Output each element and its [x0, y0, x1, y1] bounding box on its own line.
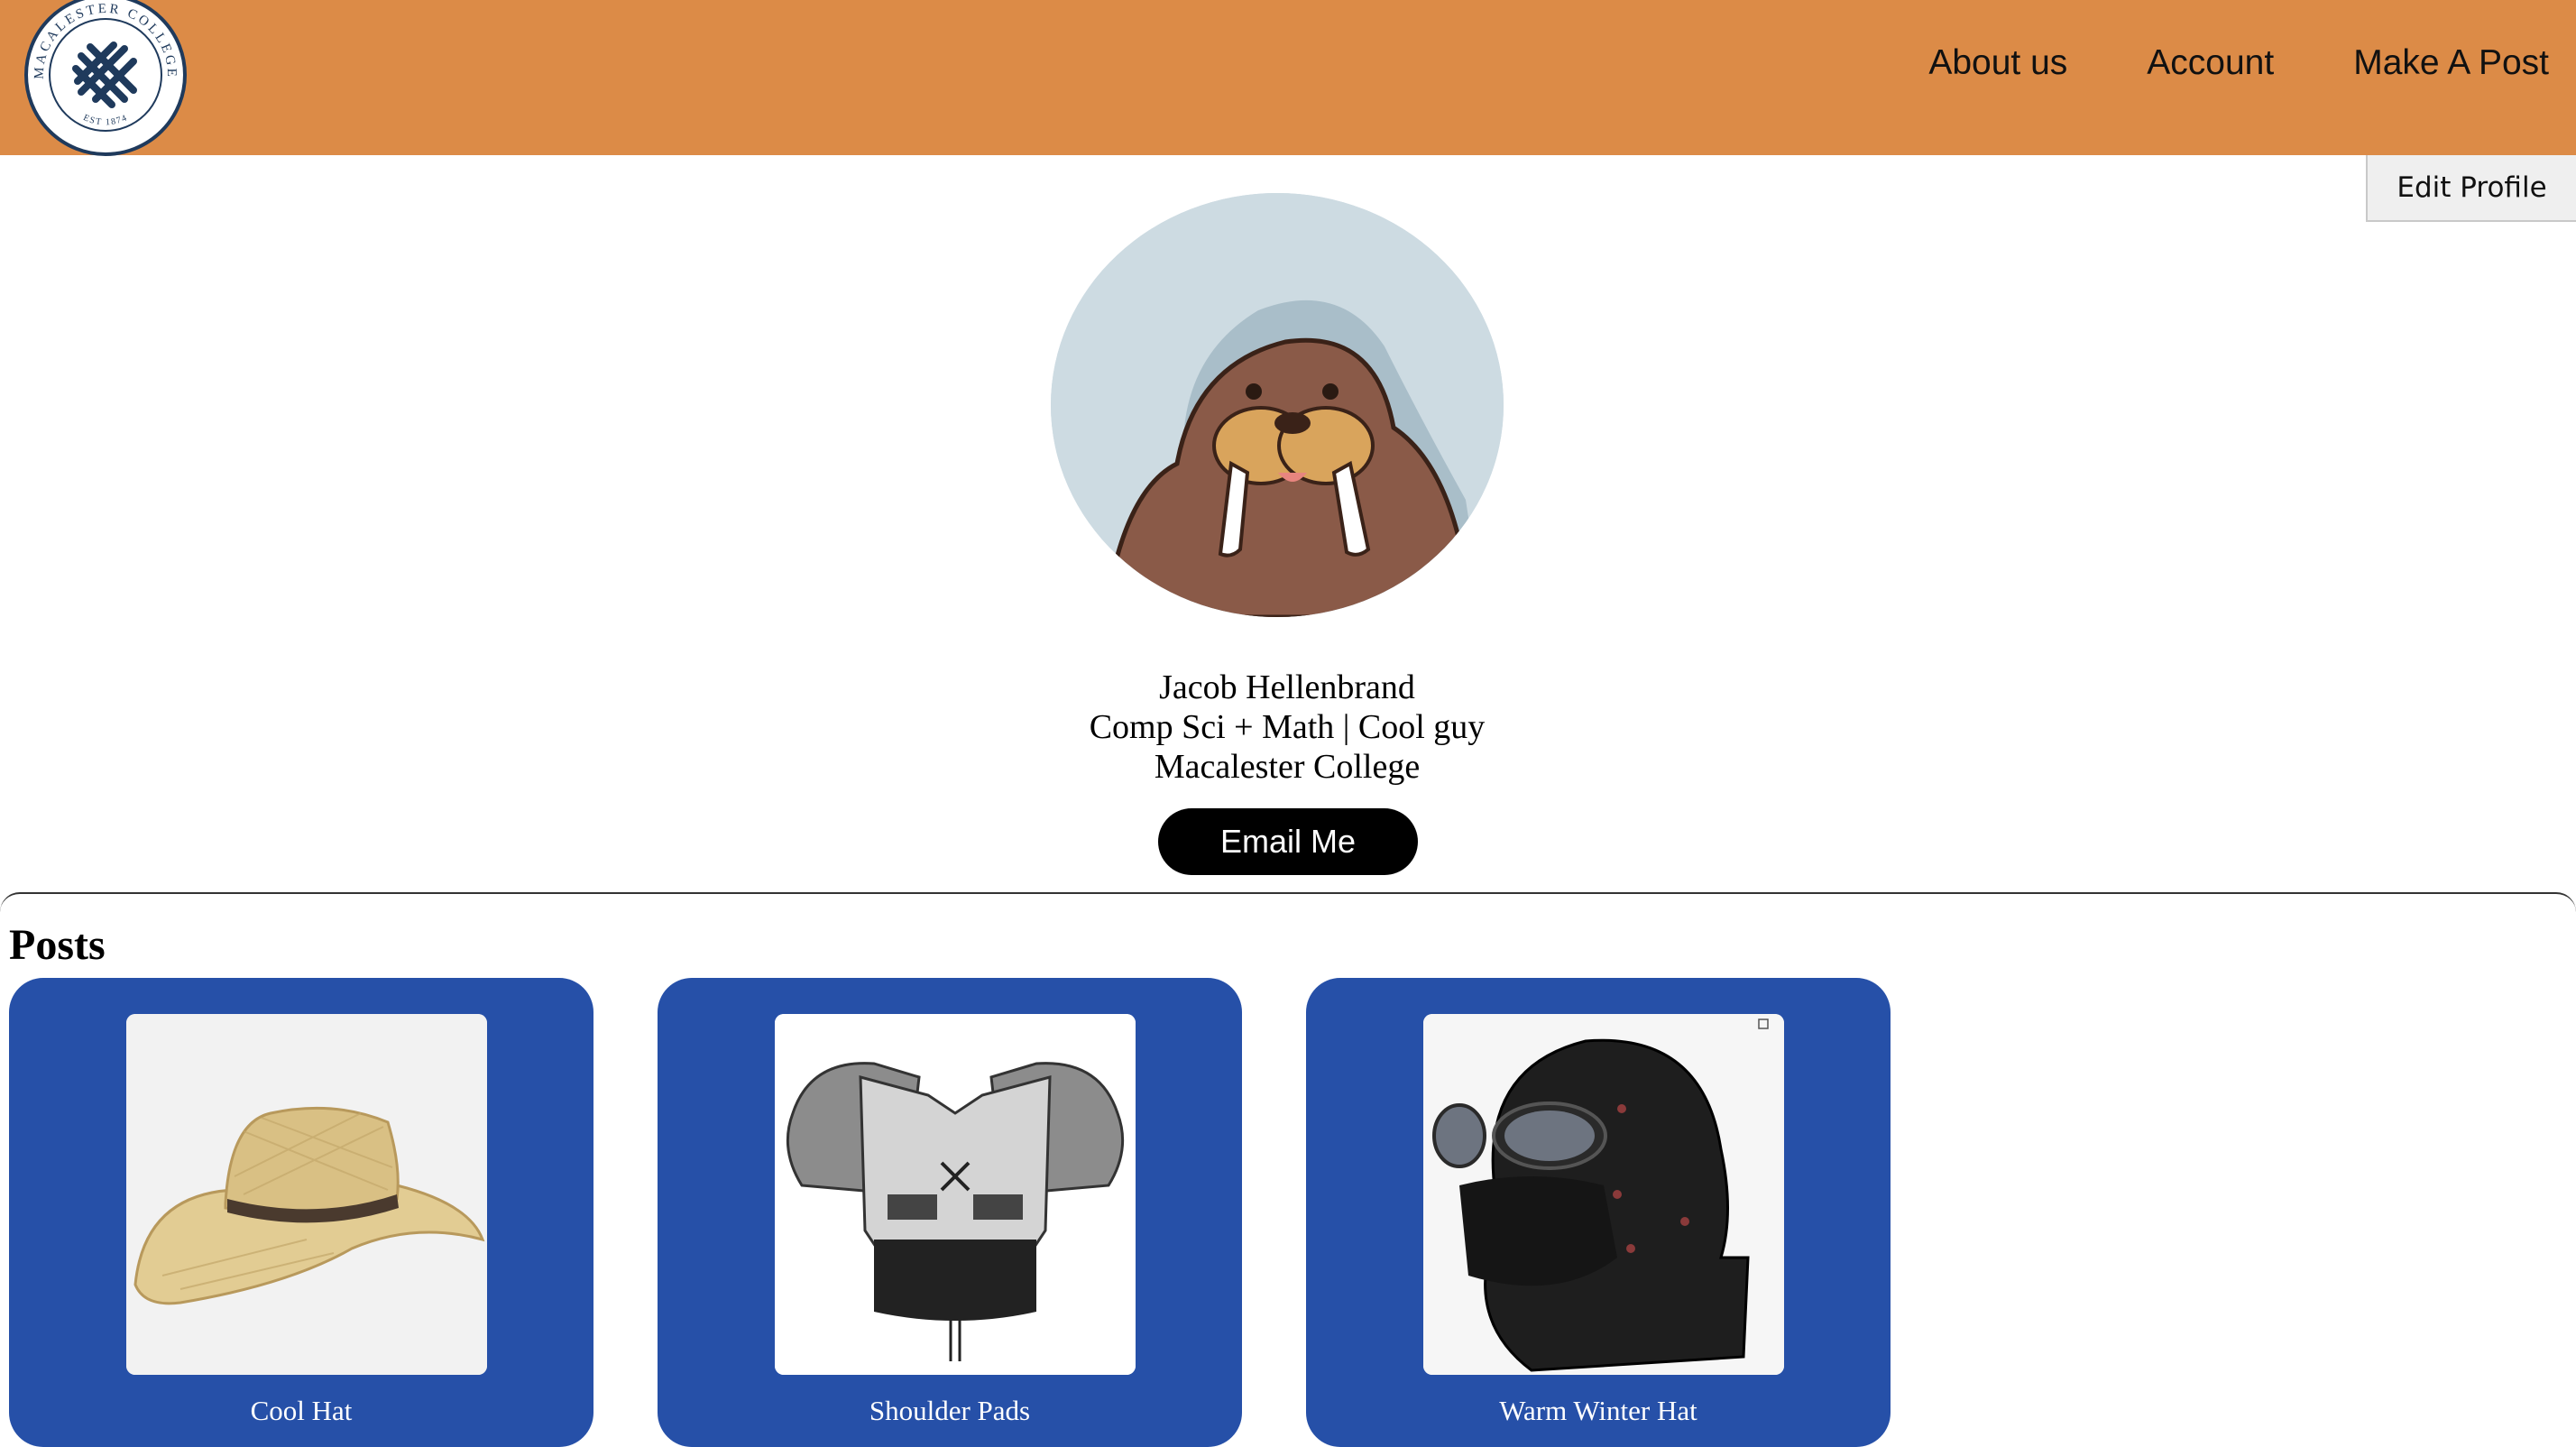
- profile-name: Jacob Hellenbrand: [1159, 668, 1415, 706]
- main-nav: About us Account Make A Post: [1928, 36, 2549, 90]
- email-me-button[interactable]: Email Me: [1158, 808, 1418, 875]
- nav-make-a-post[interactable]: Make A Post: [2353, 36, 2549, 90]
- nav-about-us[interactable]: About us: [1928, 36, 2067, 90]
- walrus-avatar-image: [1051, 193, 1504, 617]
- post-card-warm-winter-hat[interactable]: Warm Winter Hat: [1306, 978, 1891, 1447]
- post-title: Cool Hat: [250, 1395, 353, 1426]
- profile-info: Jacob Hellenbrand Comp Sci + Math | Cool…: [902, 668, 1672, 787]
- post-card-shoulder-pads[interactable]: Shoulder Pads: [658, 978, 1242, 1447]
- top-header: MACALESTER COLLEGE EST 1874 About us Acc…: [0, 0, 2576, 157]
- section-divider: [0, 892, 2576, 916]
- post-title: Warm Winter Hat: [1499, 1395, 1697, 1426]
- posts-heading: Posts: [9, 921, 106, 969]
- nav-account[interactable]: Account: [2147, 36, 2274, 90]
- macalester-logo[interactable]: MACALESTER COLLEGE EST 1874: [23, 0, 188, 157]
- post-card-cool-hat[interactable]: Cool Hat: [9, 978, 593, 1447]
- profile-bio: Comp Sci + Math | Cool guy: [1089, 708, 1486, 746]
- winter-hat-image: [1423, 1014, 1784, 1375]
- profile-school: Macalester College: [1154, 748, 1421, 786]
- post-title: Shoulder Pads: [869, 1395, 1031, 1426]
- edit-profile-button[interactable]: Edit Profile: [2366, 155, 2576, 222]
- straw-hat-image: [126, 1014, 487, 1375]
- shoulder-pads-image: [775, 1014, 1136, 1375]
